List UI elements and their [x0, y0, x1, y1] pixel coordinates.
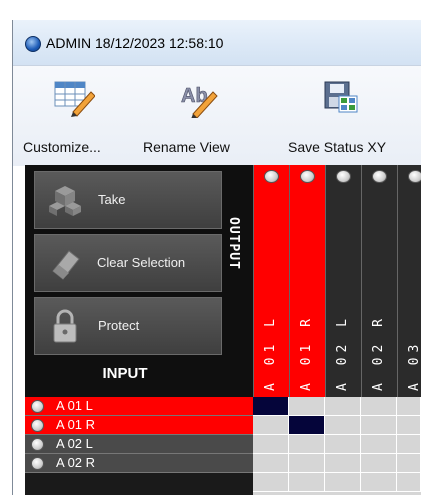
input-row-a01l[interactable]: A 01 L — [25, 397, 253, 416]
input-status-icon — [31, 419, 44, 432]
output-header: OUTPUT — [226, 217, 241, 270]
output-column-a01r[interactable]: A 01 R — [289, 165, 325, 397]
crosspoint-cell[interactable] — [397, 416, 421, 435]
customize-label: Customize... — [23, 139, 101, 155]
crosspoint-cell[interactable] — [325, 473, 361, 492]
output-label: A 01 R — [299, 314, 314, 391]
router-matrix-panel: Take Clear Selection Protect OUTPUT INPU… — [25, 165, 421, 495]
crosspoint-cell[interactable] — [397, 473, 421, 492]
save-status-xy-label: Save Status XY — [288, 139, 387, 155]
crosspoint-cell[interactable] — [289, 454, 325, 473]
output-status-icon — [264, 170, 279, 183]
command-panel: Take Clear Selection Protect OUTPUT INPU… — [25, 165, 253, 397]
input-status-icon — [31, 400, 44, 413]
globe-icon — [25, 36, 41, 52]
crosspoint-cell[interactable] — [397, 397, 421, 416]
input-row-a02l[interactable]: A 02 L — [25, 435, 253, 454]
input-status-icon — [31, 438, 44, 451]
input-label: A 01 L — [56, 398, 93, 413]
crosspoint-cell[interactable] — [325, 435, 361, 454]
crosspoint-cell[interactable] — [325, 454, 361, 473]
crosspoint-cell[interactable] — [361, 397, 397, 416]
rename-view-label: Rename View — [143, 139, 230, 155]
crosspoint-cell[interactable] — [397, 435, 421, 454]
crosspoint-cell[interactable] — [289, 473, 325, 492]
crosspoint-cell[interactable] — [397, 454, 421, 473]
take-button[interactable]: Take — [34, 171, 222, 229]
rename-ab-icon: Ab — [181, 85, 218, 118]
input-header: INPUT — [102, 365, 148, 382]
output-column-a01l[interactable]: A 01 L — [253, 165, 289, 397]
protect-button[interactable]: Protect — [34, 297, 222, 355]
protect-label: Protect — [98, 318, 140, 333]
take-cubes-icon — [49, 186, 81, 216]
output-label: A 03 — [407, 339, 421, 391]
crosspoint-cell[interactable] — [361, 435, 397, 454]
input-status-icon — [31, 457, 44, 470]
rename-view-button[interactable]: Ab Rename View — [131, 66, 259, 166]
window-title: ADMIN 18/12/2023 12:58:10 — [46, 35, 224, 51]
output-column-a03[interactable]: A 03 — [397, 165, 421, 397]
crosspoint-cell[interactable] — [253, 473, 289, 492]
crosspoint-cell-active[interactable] — [289, 416, 325, 435]
crosspoint-matrix — [253, 397, 421, 495]
crosspoint-cell[interactable] — [253, 416, 289, 435]
output-status-icon — [372, 170, 387, 183]
output-label: A 02 L — [335, 314, 350, 391]
lock-icon — [53, 309, 77, 343]
input-row-a01r[interactable]: A 01 R — [25, 416, 253, 435]
save-status-xy-button[interactable]: Save Status XY — [259, 66, 421, 166]
output-status-icon — [300, 170, 315, 183]
save-status-icon — [324, 81, 358, 113]
router-window: ADMIN 18/12/2023 12:58:10 Customize... A… — [0, 0, 421, 495]
input-label: A 01 R — [56, 417, 96, 432]
crosspoint-cell[interactable] — [361, 473, 397, 492]
customize-grid-icon — [54, 81, 95, 117]
crosspoint-cell[interactable] — [325, 397, 361, 416]
crosspoint-cell[interactable] — [361, 454, 397, 473]
crosspoint-cell[interactable] — [289, 435, 325, 454]
clear-selection-label: Clear Selection — [97, 255, 186, 270]
crosspoint-cell[interactable] — [361, 416, 397, 435]
crosspoint-cell[interactable] — [253, 435, 289, 454]
input-row-a02r[interactable]: A 02 R — [25, 454, 253, 473]
crosspoint-cell[interactable] — [289, 397, 325, 416]
input-label: A 02 R — [56, 455, 96, 470]
toolbar: Customize... Ab Rename View Save Status … — [13, 65, 421, 166]
customize-button[interactable]: Customize... — [13, 66, 131, 166]
take-label: Take — [98, 192, 126, 207]
crosspoint-cell[interactable] — [253, 454, 289, 473]
crosspoint-cell-active[interactable] — [253, 397, 289, 416]
output-column-a02l[interactable]: A 02 L — [325, 165, 361, 397]
input-label: A 02 L — [56, 436, 93, 451]
output-label: A 01 L — [263, 314, 278, 391]
clear-selection-button[interactable]: Clear Selection — [34, 234, 222, 292]
output-status-icon — [408, 170, 421, 183]
title-bar[interactable]: ADMIN 18/12/2023 12:58:10 — [13, 20, 421, 65]
output-column-a02r[interactable]: A 02 R — [361, 165, 397, 397]
eraser-icon — [52, 250, 80, 280]
output-label: A 02 R — [371, 314, 386, 391]
output-status-icon — [336, 170, 351, 183]
crosspoint-cell[interactable] — [325, 416, 361, 435]
